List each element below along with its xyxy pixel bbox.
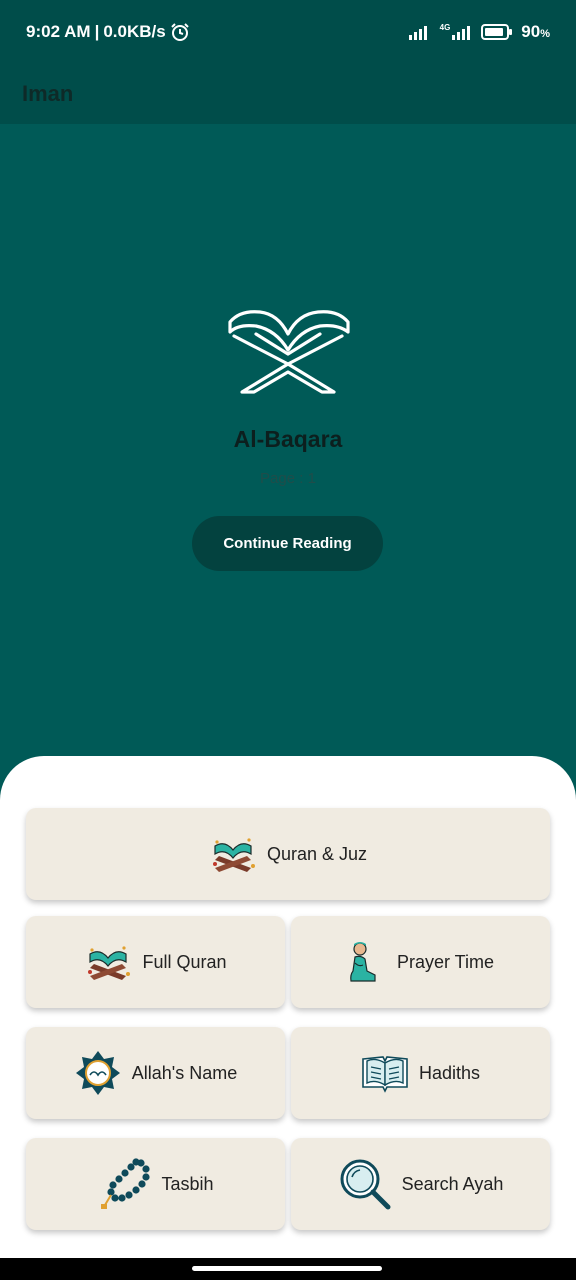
app-title: Iman: [22, 81, 74, 106]
search-ayah-label: Search Ayah: [401, 1173, 504, 1194]
allahs-name-label: Allah's Name: [131, 1062, 238, 1083]
quran-icon: [212, 838, 255, 872]
full-quran-button[interactable]: Full Quran: [26, 916, 285, 1008]
quran-stand-icon: [228, 310, 350, 394]
alarm-icon: [170, 23, 189, 41]
battery-unit: %: [540, 28, 550, 40]
quran-icon: [88, 946, 131, 980]
page-number: Page : 1: [260, 470, 316, 487]
hadiths-button[interactable]: Hadiths: [291, 1027, 550, 1119]
battery-percent: 90: [521, 22, 541, 41]
status-separator: |: [94, 22, 100, 41]
prayer-time-button[interactable]: Prayer Time: [291, 916, 550, 1008]
praying-person-icon: [350, 942, 376, 982]
signal-icon-2: [452, 26, 471, 40]
tasbih-button[interactable]: Tasbih: [26, 1138, 285, 1230]
status-left: 9:02 AM | 0.0KB/s: [26, 22, 190, 42]
prayer-time-label: Prayer Time: [396, 951, 495, 972]
open-book-icon: [362, 1056, 408, 1093]
tasbih-label: Tasbih: [161, 1173, 214, 1194]
hadiths-label: Hadiths: [418, 1062, 481, 1083]
status-bar: 9:02 AM | 0.0KB/s 4G 90%: [0, 0, 576, 64]
continue-reading-button[interactable]: Continue Reading: [192, 516, 383, 571]
menu-sheet: Quran & Juz Full Quran Prayer Time Allah…: [0, 756, 576, 1260]
surah-name: Al-Baqara: [233, 426, 343, 452]
status-time: 9:02 AM: [26, 22, 91, 41]
app-bar: Iman: [0, 64, 576, 124]
battery-level: 90%: [521, 22, 550, 42]
status-speed: 0.0KB/s: [103, 22, 166, 41]
prayer-beads-icon: [101, 1158, 151, 1209]
quran-juz-label: Quran & Juz: [266, 843, 368, 864]
last-read-panel: Al-Baqara Page : 1 Continue Reading: [0, 124, 576, 764]
search-icon: [340, 1159, 391, 1210]
home-indicator[interactable]: [192, 1266, 382, 1271]
battery-icon: [481, 24, 513, 40]
allah-calligraphy-icon: [75, 1051, 120, 1095]
network-type: 4G: [439, 23, 451, 32]
quran-juz-button[interactable]: Quran & Juz: [26, 808, 550, 900]
status-right: 4G 90%: [408, 22, 550, 42]
network-indicator: 4G: [440, 24, 474, 40]
allahs-name-button[interactable]: Allah's Name: [26, 1027, 285, 1119]
search-ayah-button[interactable]: Search Ayah: [291, 1138, 550, 1230]
signal-icon: [408, 26, 427, 40]
full-quran-label: Full Quran: [142, 951, 227, 972]
